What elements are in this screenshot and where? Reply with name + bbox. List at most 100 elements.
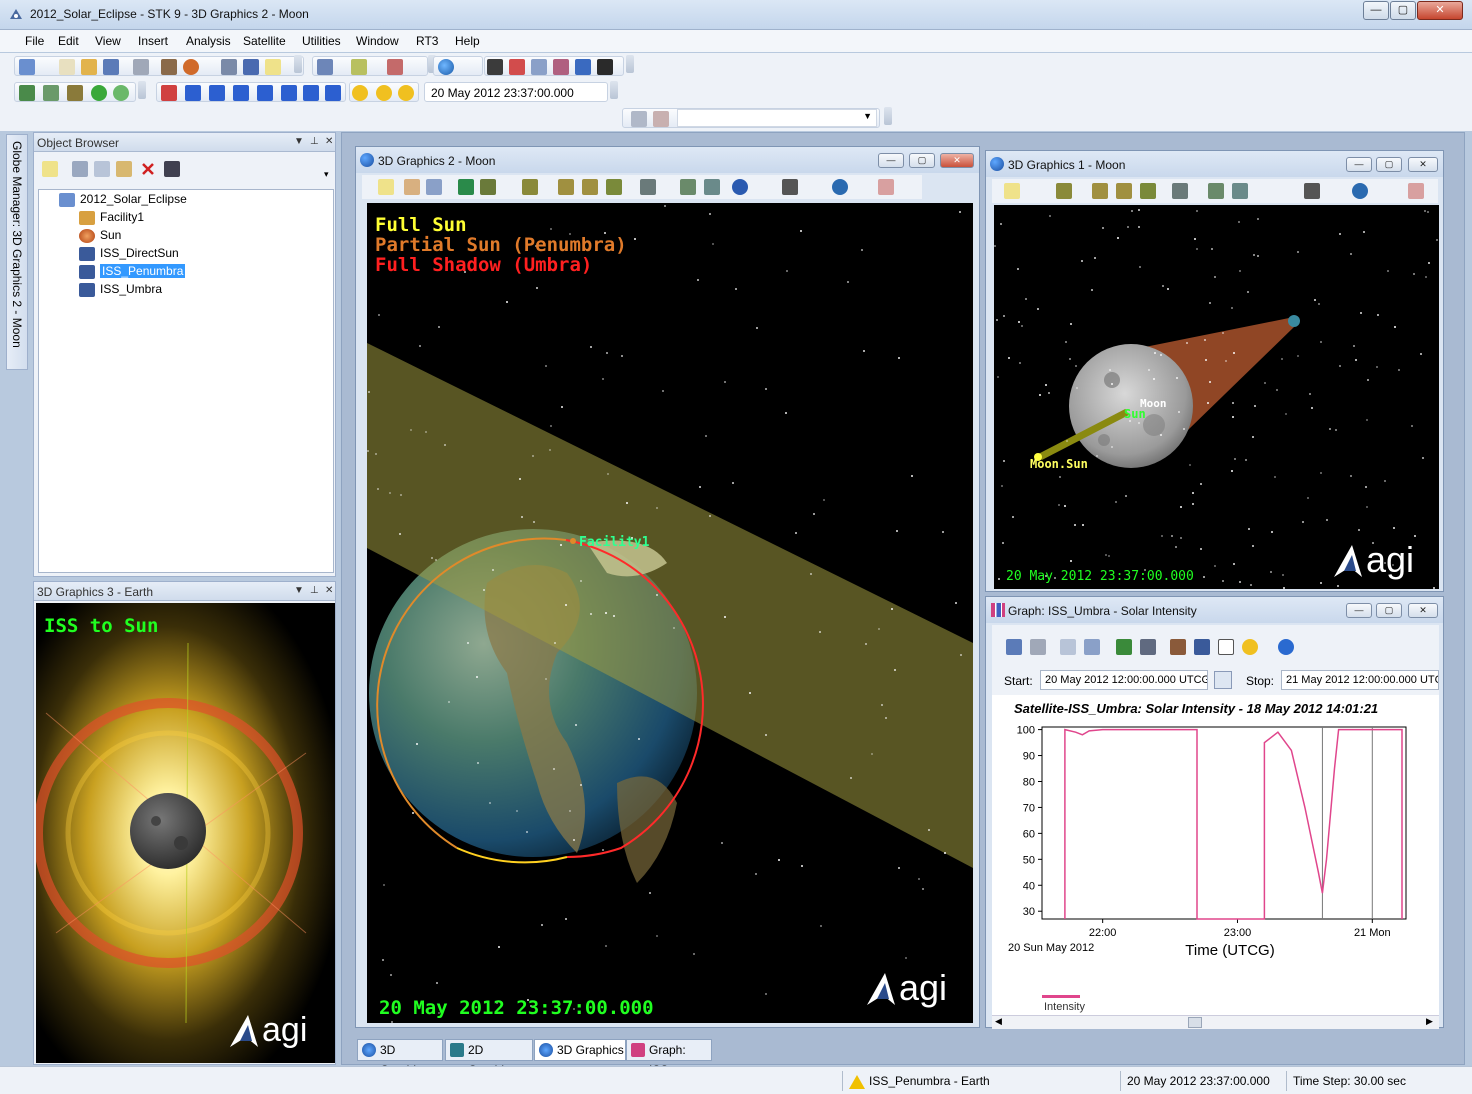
pan-tool-icon[interactable] [91,85,107,101]
toolbar-grip-3[interactable] [626,55,634,73]
tab-2d-graphics[interactable]: 2D Graphic... [445,1039,533,1077]
globe-manager-icon[interactable] [832,179,848,195]
pane-close-icon[interactable]: ✕ [325,136,333,147]
menu-window[interactable]: Window [356,34,399,48]
toolbar-grip-5[interactable] [610,81,618,99]
access-icon[interactable] [317,59,333,75]
report-icon[interactable] [221,59,237,75]
start-time-input[interactable]: 20 May 2012 12:00:00.000 UTCG [1040,670,1208,690]
tab-3d-graphics-2[interactable]: 3D Graphics [534,1039,626,1061]
home-view-icon[interactable] [1092,183,1108,199]
child-minimize-button[interactable]: — [1346,603,1372,618]
orbit-view-icon[interactable] [582,179,598,195]
rotate-icon[interactable] [1172,183,1188,199]
planet-icon[interactable] [183,59,199,75]
view-from-icon[interactable] [1056,183,1072,199]
child-maximize-button[interactable]: ▢ [1376,157,1402,172]
scroll-left-icon[interactable]: ◀ [995,1016,1002,1027]
new-scenario-icon[interactable] [19,59,35,75]
reset-animation-icon[interactable] [161,85,177,101]
pause-icon[interactable] [233,85,249,101]
menu-insert[interactable]: Insert [138,34,168,48]
view-from-icon[interactable] [522,179,538,195]
measure-icon[interactable] [19,85,35,101]
menu-edit[interactable]: Edit [58,34,79,48]
properties-icon[interactable] [42,161,58,177]
tools-icon[interactable] [1170,639,1186,655]
open-folder-icon[interactable] [81,59,97,75]
quick-report-icon[interactable] [1304,183,1320,199]
add-object-icon[interactable] [631,111,647,127]
copy-icon[interactable] [94,161,110,177]
step-back-icon[interactable] [185,85,201,101]
moon-3d-view[interactable]: Full Sun Partial Sun (Penumbra) Full Sha… [367,203,973,1023]
toolbar-grip-4[interactable] [138,81,146,99]
menu-utilities[interactable]: Utilities [302,34,341,48]
pane-menu-icon[interactable]: ▼ [294,585,304,596]
crosshair-icon[interactable] [1218,639,1234,655]
north-up-icon[interactable] [1140,183,1156,199]
child-close-button[interactable]: ✕ [1408,603,1438,618]
export-icon[interactable] [1140,639,1156,655]
time-icon[interactable] [1242,639,1258,655]
child-maximize-button[interactable]: ▢ [1376,603,1402,618]
minimize-button[interactable]: — [1363,1,1389,20]
scroll-right-icon[interactable]: ▶ [1426,1016,1433,1027]
close-button[interactable]: ✕ [1417,1,1463,20]
comm-icon[interactable] [531,59,547,75]
check-chart-icon[interactable] [509,59,525,75]
tree-item-iss-directsun[interactable]: ISS_DirectSun [79,246,179,261]
normal-clock-icon[interactable] [398,85,414,101]
dem-icon[interactable] [487,59,503,75]
image-icon[interactable] [878,179,894,195]
toolbar-grip-6[interactable] [884,107,892,125]
tab-graph[interactable]: Graph: ISS... [626,1039,712,1077]
pin-icon[interactable]: ⊥ [310,585,319,596]
angle-icon[interactable] [1232,183,1248,199]
measure-icon[interactable] [680,179,696,195]
north-up-icon[interactable] [606,179,622,195]
insert-object-icon[interactable] [161,59,177,75]
properties-icon[interactable] [1004,183,1020,199]
line-tool-icon[interactable] [43,85,59,101]
database-icon[interactable] [1194,639,1210,655]
tree-item-facility[interactable]: Facility1 [79,210,144,225]
save-icon[interactable] [103,59,119,75]
pan-hand-icon[interactable] [404,179,420,195]
delete-icon[interactable] [140,161,156,177]
cross-tool-icon[interactable] [67,85,83,101]
globe-manager-tab[interactable]: Globe Manager: 3D Graphics 2 - Moon [6,134,28,370]
chain-icon[interactable] [351,59,367,75]
pane-close-icon[interactable]: ✕ [325,585,333,596]
save-icon[interactable] [1006,639,1022,655]
maximize-button[interactable]: ▢ [1390,1,1416,20]
print-icon[interactable] [133,59,149,75]
notes-icon[interactable] [265,59,281,75]
deck-access-icon[interactable] [387,59,403,75]
pin-icon[interactable]: ⊥ [310,136,319,147]
refresh-icon[interactable] [1116,639,1132,655]
pane-menu-icon[interactable]: ▼ [294,136,304,147]
tree-item-iss-penumbra[interactable]: ISS_Penumbra [79,264,186,279]
child-minimize-button[interactable]: — [1346,157,1372,172]
arrows-icon[interactable] [575,59,591,75]
toolbar-grip[interactable] [294,55,302,73]
menu-file[interactable]: File [25,34,44,48]
play-reverse-icon[interactable] [209,85,225,101]
movie-icon[interactable] [480,179,496,195]
globe-icon[interactable] [438,59,454,75]
step-forward-icon[interactable] [281,85,297,101]
zoom-tool-icon[interactable] [113,85,129,101]
earth-3d-view[interactable]: ISS to Sun agi [36,603,335,1063]
realtime-clock-icon[interactable] [352,85,368,101]
xrealtime-clock-icon[interactable] [376,85,392,101]
scroll-thumb[interactable] [1188,1017,1202,1028]
angle-icon[interactable] [704,179,720,195]
object-selector-dropdown[interactable]: ▼ [677,109,877,127]
tree-item-scenario[interactable]: 2012_Solar_Eclipse [59,192,187,207]
tree-item-sun[interactable]: Sun [79,228,121,243]
image-icon[interactable] [1408,183,1424,199]
child-minimize-button[interactable]: — [878,153,904,168]
decrease-step-icon[interactable] [303,85,319,101]
cut-icon[interactable] [72,161,88,177]
